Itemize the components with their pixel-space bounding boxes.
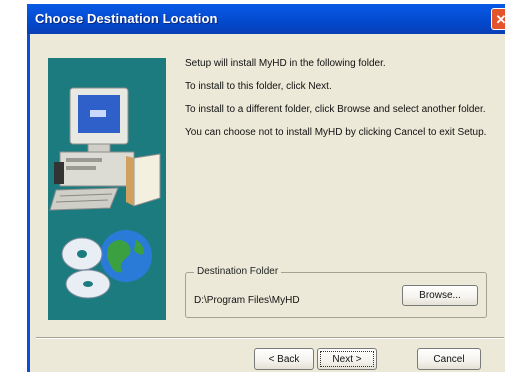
- button-separator: [36, 337, 504, 339]
- window-title: Choose Destination Location: [35, 11, 218, 26]
- click-next-text: To install to this folder, click Next.: [185, 81, 332, 92]
- dialog-client-area: Setup will install MyHD in the following…: [27, 34, 505, 372]
- browse-button[interactable]: Browse...: [402, 285, 478, 306]
- setup-illustration: [49, 87, 161, 299]
- destination-path: D:\Program Files\MyHD: [194, 295, 300, 306]
- destination-folder-label: Destination Folder: [194, 266, 282, 277]
- browse-instruction-text: To install to a different folder, click …: [185, 104, 486, 115]
- instructions-text: Setup will install MyHD in the following…: [185, 58, 490, 150]
- next-button[interactable]: Next >: [317, 348, 377, 370]
- setup-dialog-window: Choose Destination Location ✕ Setup will…: [27, 4, 505, 372]
- close-icon[interactable]: ✕: [491, 8, 505, 30]
- install-folder-text: Setup will install MyHD in the following…: [185, 58, 386, 69]
- cancel-button[interactable]: Cancel: [417, 348, 481, 370]
- destination-folder-group: Destination Folder D:\Program Files\MyHD…: [185, 266, 487, 318]
- screen: Choose Destination Location ✕ Setup will…: [0, 0, 505, 372]
- title-bar[interactable]: Choose Destination Location ✕: [27, 4, 505, 34]
- computer-disc-globe-icon: [48, 58, 166, 320]
- back-button[interactable]: < Back: [254, 348, 314, 370]
- cancel-instruction-text: You can choose not to install MyHD by cl…: [185, 127, 487, 138]
